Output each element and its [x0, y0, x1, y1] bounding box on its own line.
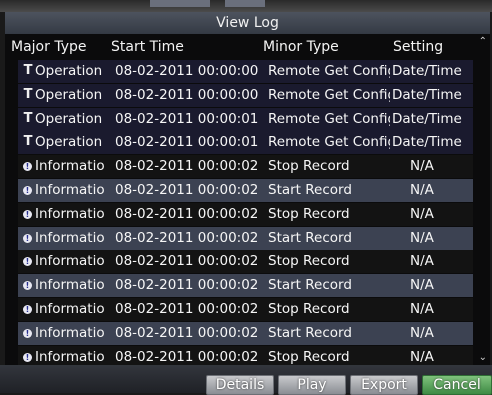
setting-cell: N/A [410, 348, 434, 365]
start-time-cell: 08-02-2011 00:00:01 [115, 110, 259, 127]
setting-cell: Date/Time [392, 110, 462, 127]
start-time-cell: 08-02-2011 00:00:02 [115, 253, 259, 270]
start-time-cell: 08-02-2011 00:00:02 [115, 182, 259, 198]
minor-type-cell: Remote Get Config [268, 63, 390, 79]
table-row[interactable]: ! Informatio 08-02-2011 00:00:02 Stop Recor… [18, 250, 473, 274]
table-row[interactable]: T Operation 08-02-2011 00:00:00 Remote Get … [18, 60, 473, 83]
major-type-cell: Operation [35, 86, 103, 103]
operation-icon: T [23, 134, 33, 150]
information-icon: ! [23, 305, 32, 314]
major-type-cell: Informatio [35, 348, 105, 365]
major-type-cell: Informatio [35, 324, 105, 341]
major-type-cell: Informatio [35, 301, 105, 317]
details-button[interactable]: Details [206, 375, 274, 395]
start-time-cell: 08-02-2011 00:00:02 [115, 205, 259, 222]
start-time-cell: 08-02-2011 00:00:02 [115, 301, 259, 317]
export-button[interactable]: Export [350, 375, 418, 395]
major-type-cell: Operation [35, 63, 103, 79]
setting-cell: N/A [410, 324, 434, 341]
minor-type-cell: Stop Record [268, 205, 350, 222]
minor-type-cell: Stop Record [268, 158, 350, 175]
information-icon: ! [23, 209, 32, 219]
table-row[interactable]: ! Informatio 08-02-2011 00:00:02 Start Reco… [18, 179, 473, 202]
setting-cell: N/A [410, 182, 434, 198]
view-log-window: View Log Major Type Start Time Minor Typ… [5, 12, 490, 374]
minor-type-cell: Stop Record [268, 301, 350, 317]
major-type-cell: Informatio [35, 205, 105, 222]
setting-cell: Date/Time [392, 134, 462, 151]
setting-cell: N/A [410, 205, 434, 222]
chevron-up-icon[interactable]: ⌃ [479, 36, 487, 47]
table-row[interactable]: ! Informatio 08-02-2011 00:00:02 Start Reco… [18, 226, 473, 250]
setting-cell: N/A [410, 301, 434, 317]
major-type-cell: Operation [35, 134, 103, 151]
minor-type-cell: Remote Get Config [268, 110, 390, 127]
setting-cell: N/A [410, 158, 434, 175]
play-button[interactable]: Play [278, 375, 346, 395]
major-type-cell: Informatio [35, 277, 105, 294]
major-type-cell: Informatio [35, 182, 105, 198]
log-table: T Operation 08-02-2011 00:00:00 Remote Get … [18, 60, 473, 370]
start-time-cell: 08-02-2011 00:00:02 [115, 229, 259, 246]
table-row[interactable]: T Operation 08-02-2011 00:00:00 Remote Get … [18, 83, 473, 107]
operation-icon: T [23, 110, 33, 126]
column-minor-type[interactable]: Minor Type [263, 39, 339, 55]
minor-type-cell: Start Record [268, 229, 352, 246]
window-title: View Log [5, 12, 490, 34]
information-icon: ! [23, 162, 32, 172]
table-row[interactable]: T Operation 08-02-2011 00:00:01 Remote Get … [18, 107, 473, 131]
minor-type-cell: Remote Get Config [268, 86, 390, 103]
start-time-cell: 08-02-2011 00:00:00 [115, 86, 259, 103]
information-icon: ! [23, 257, 32, 267]
table-header: Major Type Start Time Minor Type Setting… [5, 34, 490, 60]
major-type-cell: Operation [35, 110, 103, 127]
setting-cell: N/A [410, 253, 434, 270]
screen-bezel [0, 0, 492, 12]
information-icon: ! [23, 352, 32, 362]
minor-type-cell: Start Record [268, 277, 352, 294]
chevron-down-icon[interactable]: ⌄ [479, 352, 487, 363]
information-icon: ! [23, 281, 32, 291]
start-time-cell: 08-02-2011 00:00:02 [115, 348, 259, 365]
table-row[interactable]: ! Informatio 08-02-2011 00:00:02 Start Reco… [18, 274, 473, 298]
table-row[interactable]: ! Informatio 08-02-2011 00:00:02 Start Reco… [18, 321, 473, 345]
minor-type-cell: Stop Record [268, 348, 350, 365]
start-time-cell: 08-02-2011 00:00:01 [115, 134, 259, 151]
major-type-cell: Informatio [35, 158, 105, 175]
minor-type-cell: Start Record [268, 324, 352, 341]
column-setting[interactable]: Setting [393, 39, 443, 55]
setting-cell: N/A [410, 277, 434, 294]
bezel-tab [225, 0, 265, 7]
start-time-cell: 08-02-2011 00:00:02 [115, 158, 259, 175]
start-time-cell: 08-02-2011 00:00:02 [115, 277, 259, 294]
setting-cell: Date/Time [392, 63, 462, 79]
bezel-tab [150, 0, 210, 7]
column-major-type[interactable]: Major Type [11, 39, 86, 55]
major-type-cell: Informatio [35, 229, 105, 246]
table-row[interactable]: ! Informatio 08-02-2011 00:00:02 Stop Recor… [18, 298, 473, 321]
operation-icon: T [23, 86, 33, 102]
setting-cell: N/A [410, 229, 434, 246]
cancel-button[interactable]: Cancel [422, 375, 492, 395]
minor-type-cell: Stop Record [268, 253, 350, 270]
table-row[interactable]: T Operation 08-02-2011 00:00:01 Remote Get … [18, 131, 473, 155]
minor-type-cell: Start Record [268, 182, 352, 198]
column-start-time[interactable]: Start Time [111, 39, 184, 55]
start-time-cell: 08-02-2011 00:00:02 [115, 324, 259, 341]
operation-icon: T [23, 63, 33, 78]
minor-type-cell: Remote Get Config [268, 134, 390, 151]
table-row[interactable]: ! Informatio 08-02-2011 00:00:02 Stop Recor… [18, 202, 473, 226]
information-icon: ! [23, 186, 32, 195]
information-icon: ! [23, 233, 32, 243]
major-type-cell: Informatio [35, 253, 105, 270]
setting-cell: Date/Time [392, 86, 462, 103]
start-time-cell: 08-02-2011 00:00:00 [115, 63, 259, 79]
information-icon: ! [23, 328, 32, 338]
button-bar: Details Play Export Cancel [0, 365, 492, 395]
table-row[interactable]: ! Informatio 08-02-2011 00:00:02 Stop Recor… [18, 155, 473, 179]
